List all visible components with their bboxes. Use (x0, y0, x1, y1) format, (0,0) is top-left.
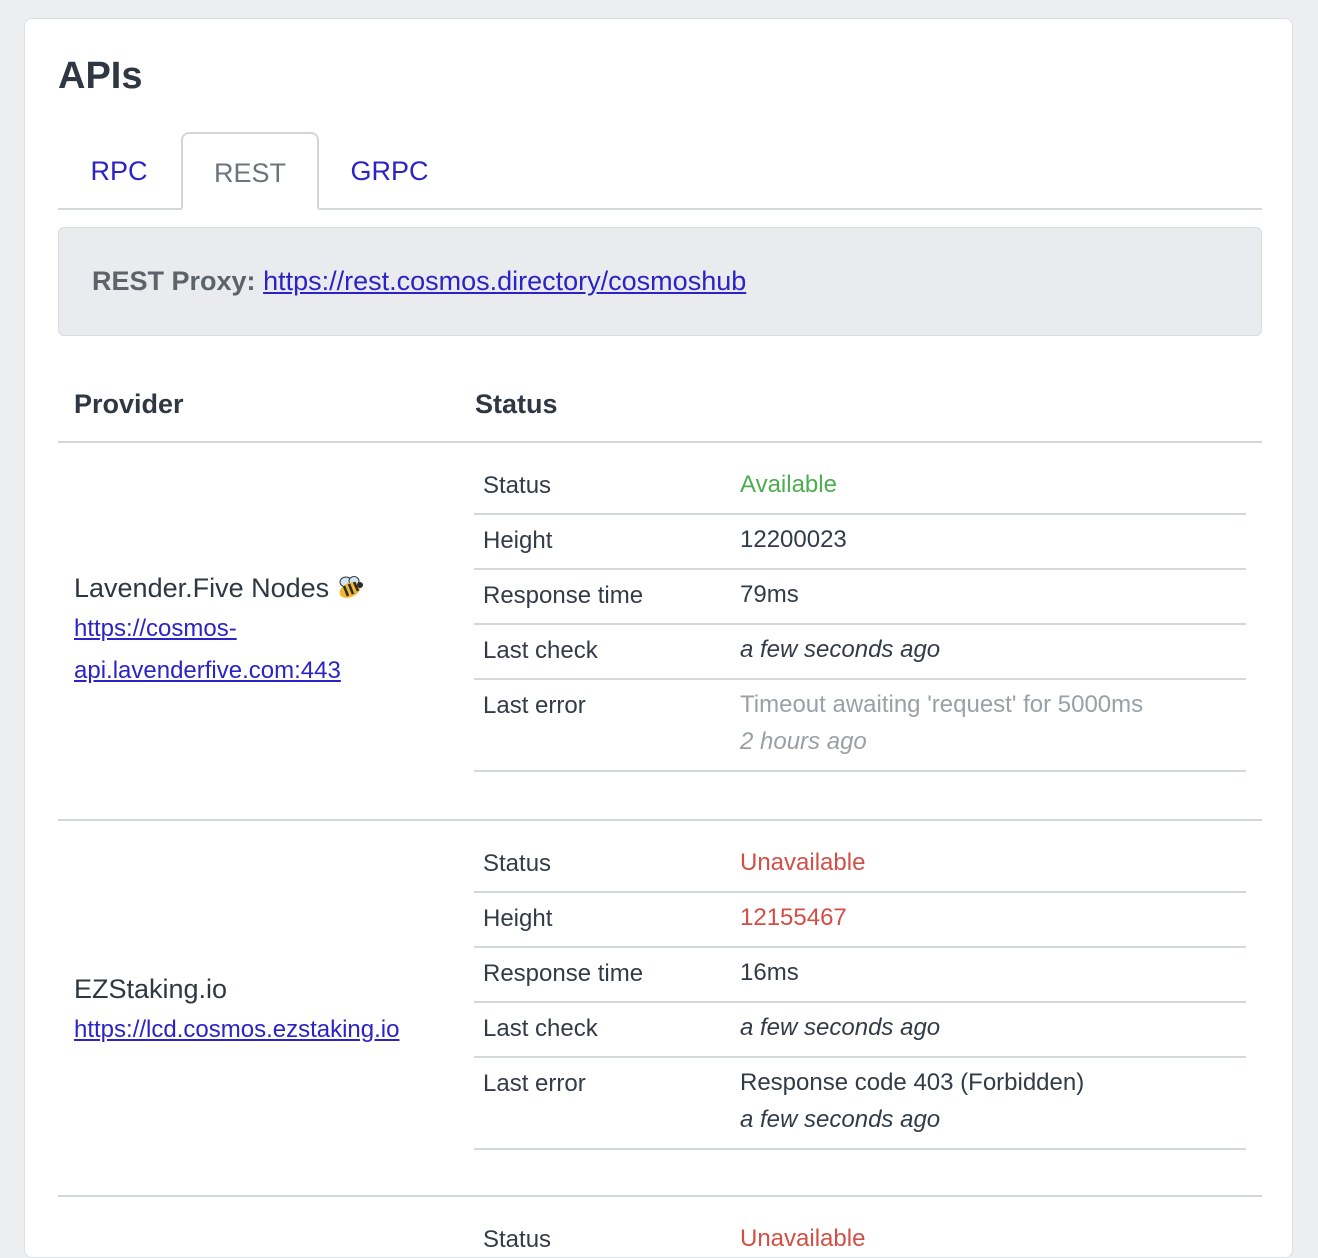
last-check-row: Last check a few seconds ago (474, 1003, 1246, 1058)
provider-url-line1[interactable]: https://cosmos- (74, 608, 454, 650)
provider-status-table: Status Available Height 12200023 Respons… (474, 460, 1246, 772)
provider-status-table: Status Unavailable Height 12155467 Respo… (474, 838, 1246, 1150)
providers-table-header: Provider Status (58, 379, 1262, 443)
response-time-key: Response time (483, 582, 644, 609)
status-value: Available (740, 471, 837, 498)
height-value: 12155467 (740, 904, 847, 931)
response-time-row: Response time 16ms (474, 948, 1246, 1003)
last-check-row: Last check a few seconds ago (474, 625, 1246, 680)
provider-name: Lavender.Five Nodes (74, 568, 454, 608)
response-time-key: Response time (483, 960, 644, 987)
provider-url-line2[interactable]: api.lavenderfive.com:443 (74, 650, 454, 692)
response-time-value: 79ms (740, 581, 799, 608)
last-error-row: Last error Timeout awaiting 'request' fo… (474, 680, 1246, 772)
last-error-key: Last error (483, 692, 586, 719)
provider-name: EZStaking.io (74, 974, 228, 1004)
status-key: Status (483, 850, 552, 877)
last-error-message: Response code 403 (Forbidden) (740, 1069, 1085, 1096)
rest-proxy-link[interactable]: https://rest.cosmos.directory/cosmoshub (263, 266, 746, 296)
status-column-header: Status (475, 389, 558, 419)
rest-proxy-label: REST Proxy: (92, 266, 256, 296)
last-error-value: Timeout awaiting 'request' for 5000ms 2 … (740, 686, 1143, 760)
provider-name-text: Lavender.Five Nodes (74, 573, 330, 603)
provider-row: EZStaking.io https://lcd.cosmos.ezstakin… (58, 821, 1262, 1197)
provider-row: Lavender.Five Nodes https://cosmos- api.… (58, 443, 1262, 821)
last-check-key: Last check (483, 637, 598, 664)
height-value: 12200023 (740, 526, 847, 553)
provider-info: EZStaking.io https://lcd.cosmos.ezstakin… (74, 969, 454, 1051)
provider-status-table: Status Unavailable (474, 1214, 1246, 1257)
provider-info: Lavender.Five Nodes https://cosmos- api.… (74, 568, 454, 692)
provider-row: Status Unavailable (58, 1197, 1262, 1257)
last-check-value: a few seconds ago (740, 1014, 941, 1041)
last-error-value: Response code 403 (Forbidden) a few seco… (740, 1064, 1084, 1138)
status-row: Status Unavailable (474, 1214, 1246, 1257)
height-row: Height 12155467 (474, 893, 1246, 948)
page-title: APIs (58, 55, 143, 97)
last-error-message: Timeout awaiting 'request' for 5000ms (740, 691, 1144, 718)
status-key: Status (483, 1226, 552, 1253)
last-error-key: Last error (483, 1070, 586, 1097)
provider-url[interactable]: https://lcd.cosmos.ezstaking.io (74, 1009, 454, 1051)
status-row: Status Available (474, 460, 1246, 515)
status-value: Unavailable (740, 1225, 866, 1252)
tab-rest[interactable]: REST (181, 132, 319, 210)
rest-proxy-box: REST Proxy: https://rest.cosmos.director… (58, 227, 1262, 336)
last-error-row: Last error Response code 403 (Forbidden)… (474, 1058, 1246, 1150)
provider-column-header: Provider (74, 389, 184, 419)
last-check-key: Last check (483, 1015, 598, 1042)
last-check-value: a few seconds ago (740, 636, 941, 663)
api-tabs: RPC REST GRPC (58, 132, 1262, 210)
height-key: Height (483, 905, 553, 932)
status-row: Status Unavailable (474, 838, 1246, 893)
tab-grpc[interactable]: GRPC (322, 132, 457, 210)
last-error-time: a few seconds ago (740, 1106, 941, 1133)
status-value: Unavailable (740, 849, 866, 876)
response-time-value: 16ms (740, 959, 799, 986)
height-row: Height 12200023 (474, 515, 1246, 570)
last-error-time: 2 hours ago (740, 728, 867, 755)
response-time-row: Response time 79ms (474, 570, 1246, 625)
height-key: Height (483, 527, 553, 554)
status-key: Status (483, 472, 552, 499)
bee-icon (339, 576, 364, 598)
tab-rpc[interactable]: RPC (58, 132, 180, 210)
apis-card: APIs RPC REST GRPC REST Proxy: https://r… (24, 18, 1293, 1258)
